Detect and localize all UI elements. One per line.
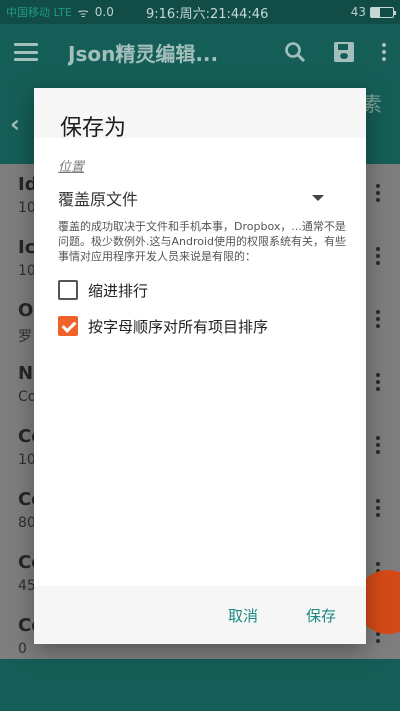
- battery-percent: 43: [350, 5, 366, 19]
- battery-icon: [370, 6, 396, 18]
- dialog-footer: 取消 保存: [34, 586, 366, 644]
- item-more-icon[interactable]: [376, 310, 380, 328]
- item-more-icon[interactable]: [376, 499, 380, 517]
- status-time: 9:16:周六:21:44:46: [146, 6, 269, 22]
- save-as-dialog: 保存为 位置 覆盖原文件 覆盖的成功取决于文件和手机本事，Dropbox，...…: [34, 88, 366, 644]
- item-more-icon[interactable]: [376, 436, 380, 454]
- list-item-key: Ic: [18, 237, 36, 258]
- sort-checkbox[interactable]: [58, 316, 78, 336]
- network-speed: 0.0: [94, 5, 114, 19]
- dialog-header: 保存为: [34, 88, 366, 141]
- location-label: 位置: [58, 160, 85, 175]
- indent-option[interactable]: 缩进排行: [58, 278, 366, 302]
- location-select-value: 覆盖原文件: [58, 190, 139, 209]
- dropdown-arrow-icon: [312, 195, 324, 201]
- location-select[interactable]: 覆盖原文件: [58, 187, 330, 209]
- item-more-icon[interactable]: [376, 184, 380, 202]
- sort-option[interactable]: 按字母顺序对所有项目排序: [58, 314, 366, 338]
- indent-checkbox[interactable]: [58, 280, 78, 300]
- wifi-icon: ᯤ: [77, 5, 89, 20]
- app-title: Json精灵编辑...: [68, 41, 219, 66]
- sort-label: 按字母顺序对所有项目排序: [88, 317, 269, 336]
- list-item-value: 罗: [18, 329, 32, 345]
- menu-icon[interactable]: [14, 43, 38, 61]
- list-item-value: 0: [18, 641, 27, 657]
- bottom-bar: [0, 659, 400, 711]
- save-icon[interactable]: [334, 42, 354, 62]
- cancel-button[interactable]: 取消: [228, 605, 258, 626]
- dialog-body: 位置 覆盖原文件 覆盖的成功取决于文件和手机本事，Dropbox，...通常不是…: [34, 138, 366, 588]
- save-button[interactable]: 保存: [306, 605, 336, 626]
- item-more-icon[interactable]: [376, 373, 380, 391]
- status-bar: 中国移动 LTE ᯤ 0.0 9:16:周六:21:44:46 43: [0, 0, 400, 24]
- item-more-icon[interactable]: [376, 247, 380, 265]
- back-arrow-icon[interactable]: ‹: [10, 110, 20, 138]
- signal-indicator: 中国移动 LTE: [6, 6, 72, 19]
- more-options-icon[interactable]: [382, 43, 386, 61]
- overwrite-description: 覆盖的成功取决于文件和手机本事，Dropbox，...通常不是问题。极少数例外.…: [58, 220, 347, 263]
- app-bar: Json精灵编辑...: [0, 24, 400, 80]
- search-icon[interactable]: [284, 41, 306, 63]
- indent-label: 缩进排行: [88, 281, 149, 300]
